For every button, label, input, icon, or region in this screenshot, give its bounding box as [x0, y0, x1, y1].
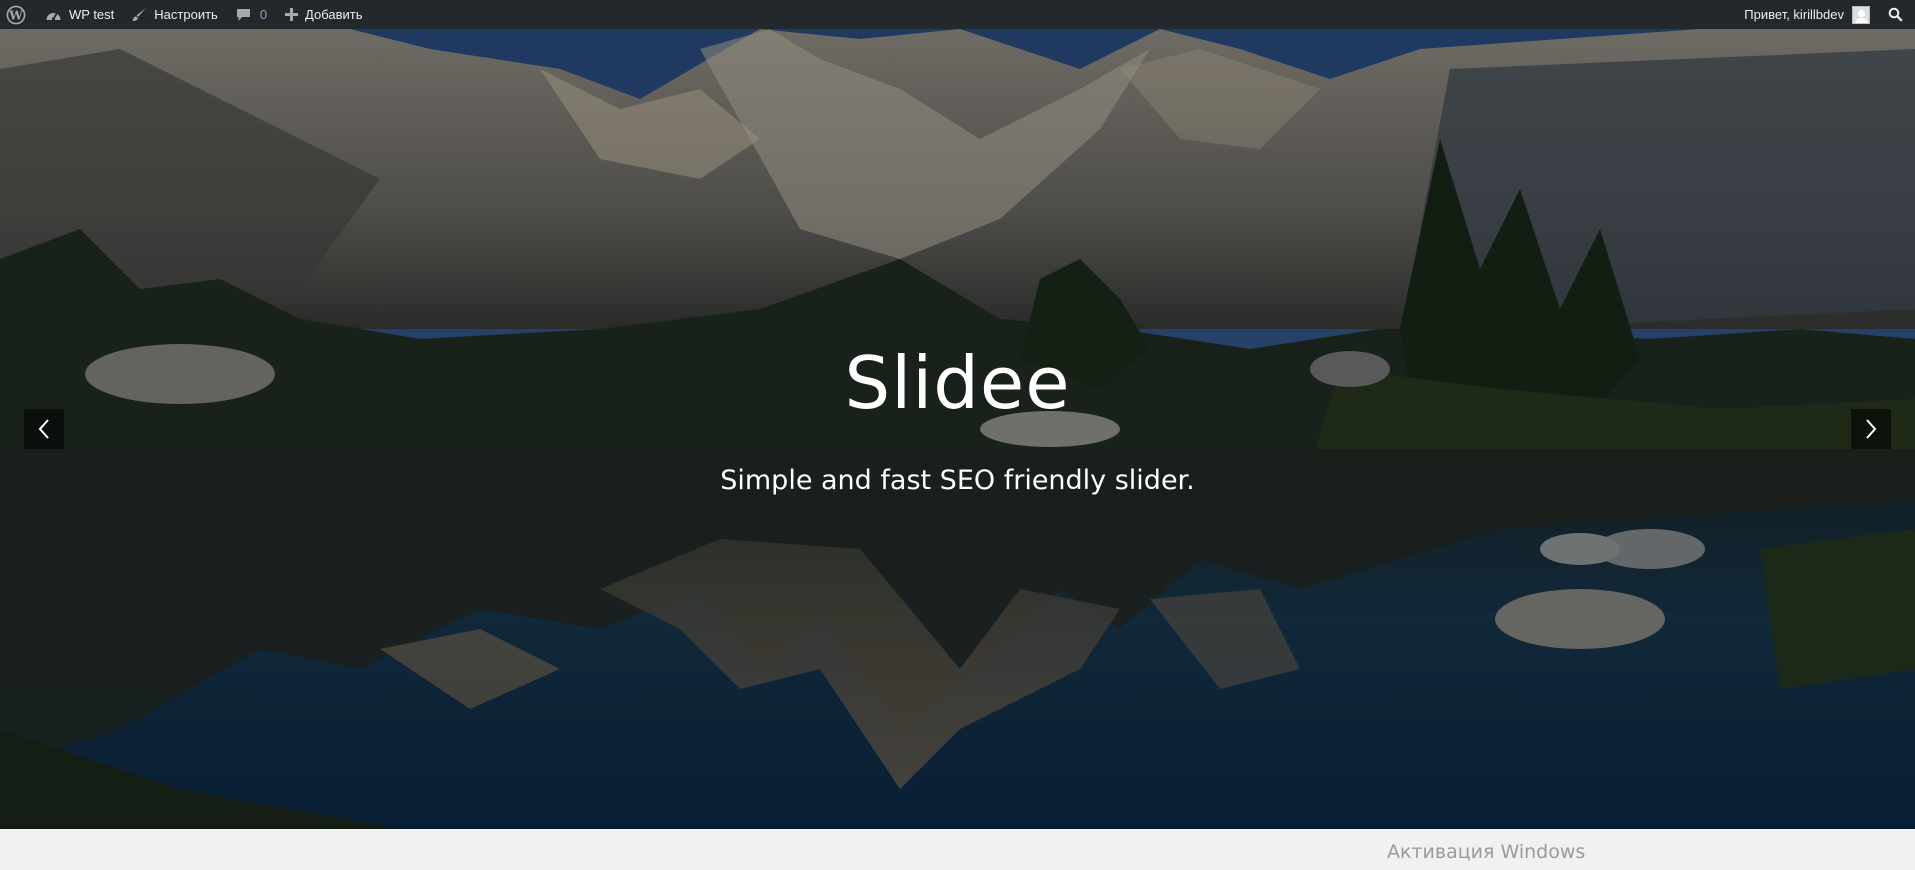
admin-bar-left: W WP test Настроить 0 Добавить: [0, 0, 372, 29]
chevron-right-icon: [1866, 419, 1877, 439]
comments-count: 0: [259, 7, 268, 22]
site-name-menu[interactable]: WP test: [36, 0, 123, 29]
search-icon: [1888, 7, 1903, 22]
slide-title: Slidee: [844, 341, 1071, 425]
site-name-label: WP test: [69, 7, 115, 22]
comment-icon: [236, 8, 250, 21]
comments-link[interactable]: 0: [227, 0, 276, 29]
dashboard-icon: [46, 12, 61, 21]
brush-icon: [132, 8, 147, 21]
slider-prev-button[interactable]: [24, 409, 64, 449]
slide-overlay: [0, 29, 1915, 829]
greeting-label: Привет, kirillbdev: [1744, 7, 1844, 22]
admin-bar: W WP test Настроить 0 Добавить Привет, k…: [0, 0, 1915, 29]
customize-label: Настроить: [154, 7, 218, 22]
plus-icon: [285, 8, 299, 21]
new-content-label: Добавить: [305, 7, 363, 22]
wordpress-icon: W: [6, 5, 26, 24]
windows-activation-watermark: Активация Windows: [1387, 841, 1586, 863]
chevron-left-icon: [38, 419, 49, 439]
new-content-menu[interactable]: Добавить: [276, 0, 371, 29]
my-account-menu[interactable]: Привет, kirillbdev: [1735, 0, 1879, 29]
slide-description: Simple and fast SEO friendly slider.: [720, 465, 1195, 496]
svg-text:W: W: [8, 8, 23, 22]
search-toggle[interactable]: [1879, 0, 1915, 29]
wp-logo-menu[interactable]: W: [0, 0, 36, 29]
page-footer: Активация Windows: [0, 829, 1915, 870]
customize-link[interactable]: Настроить: [123, 0, 227, 29]
avatar: [1852, 5, 1870, 24]
hero-slider: Slidee Simple and fast SEO friendly slid…: [0, 29, 1915, 829]
slider-next-button[interactable]: [1851, 409, 1891, 449]
admin-bar-right: Привет, kirillbdev: [1735, 0, 1915, 29]
